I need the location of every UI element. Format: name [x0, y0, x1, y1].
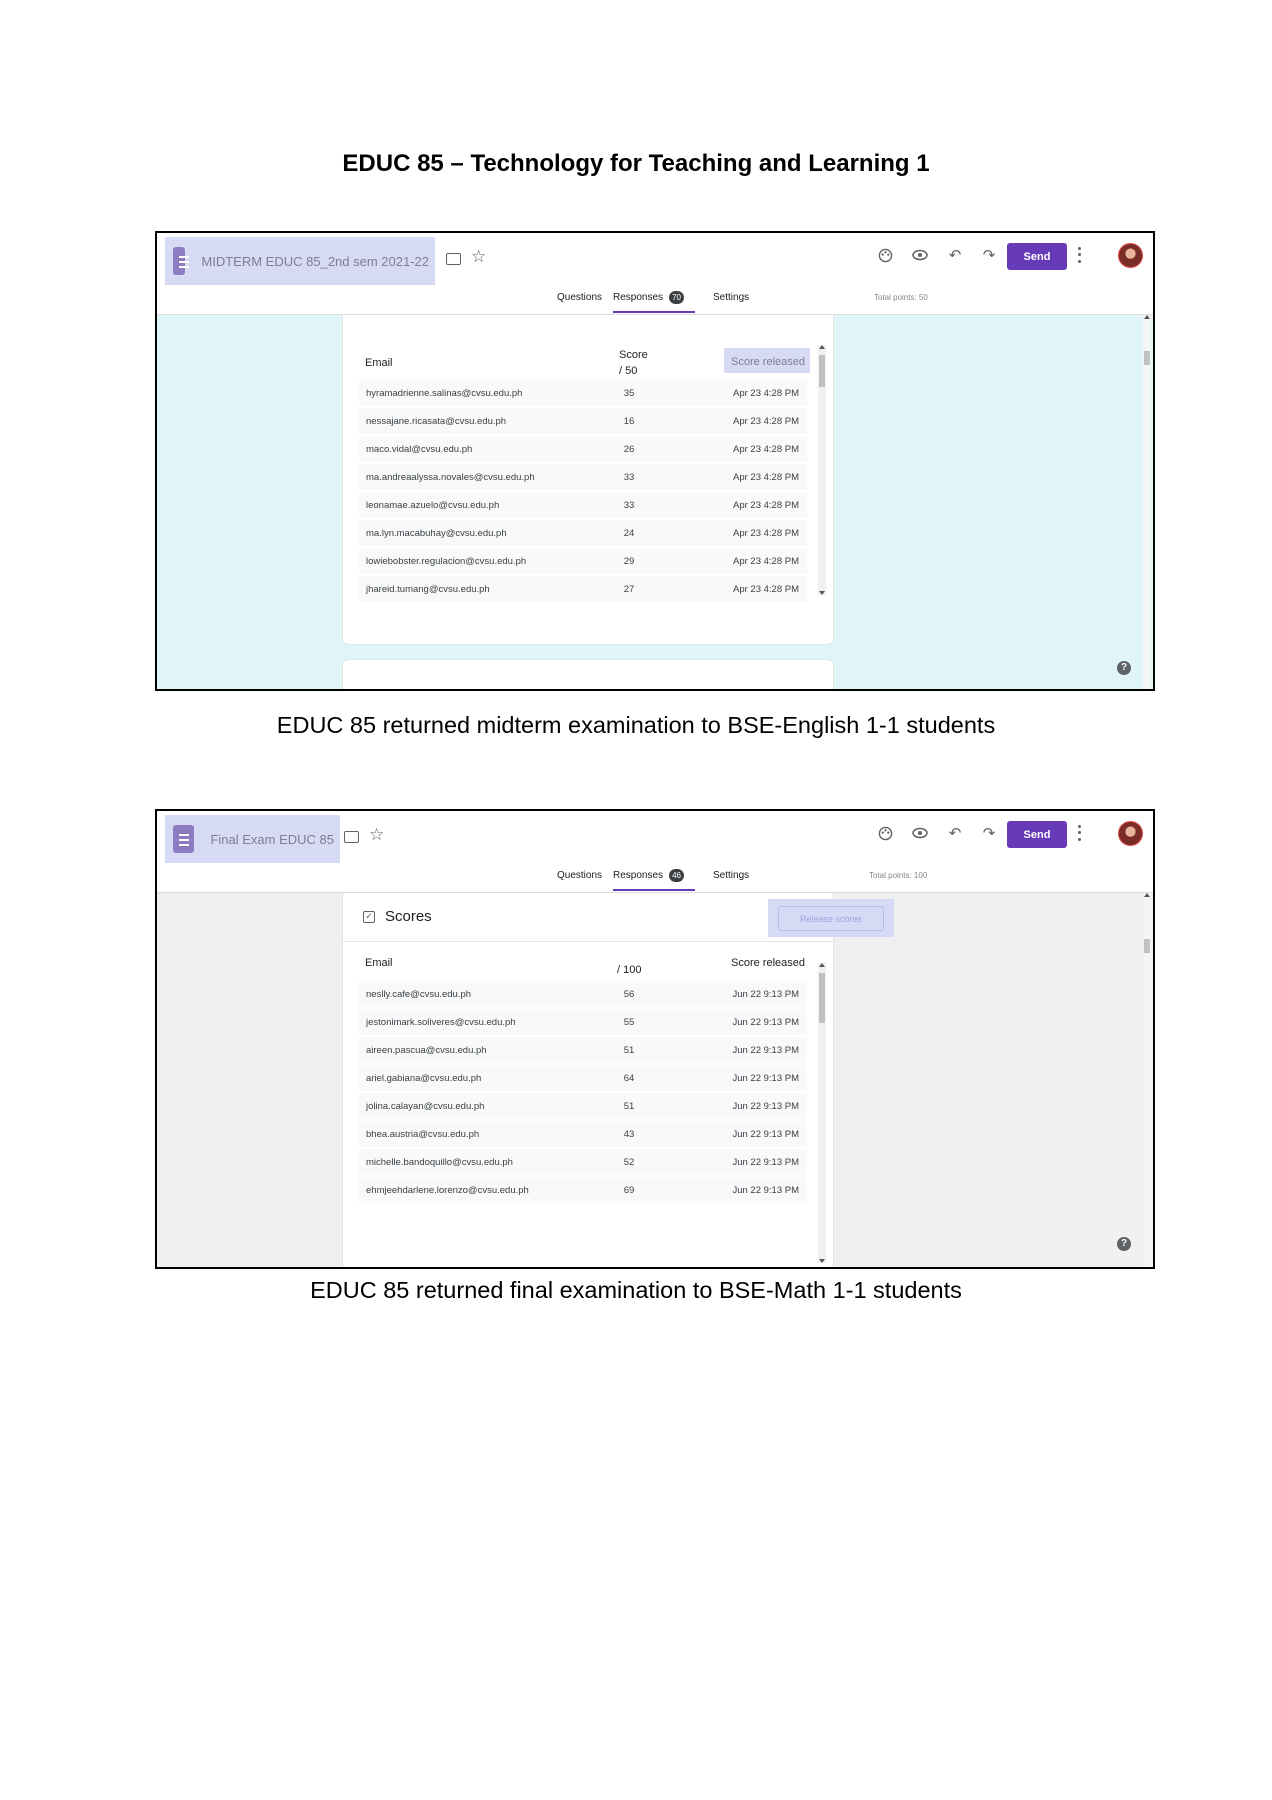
form-title-chip[interactable]: Final Exam EDUC 85 — [165, 815, 340, 863]
form-title-chip[interactable]: MIDTERM EDUC 85_2nd sem 2021-22 — [165, 237, 435, 285]
folder-icon[interactable] — [446, 253, 461, 265]
column-header-score-max: / 50 — [619, 365, 638, 377]
tab-responses-label: Responses — [613, 870, 664, 881]
redo-icon[interactable]: ↷ — [979, 823, 999, 843]
form-title: Final Exam EDUC 85 — [210, 831, 334, 847]
table-row[interactable]: ehmjeehdarlene.lorenzo@cvsu.edu.ph 69 Jun … — [359, 1177, 807, 1205]
column-header-score-max: / 100 — [617, 964, 642, 976]
document-title: EDUC 85 – Technology for Teaching and Le… — [342, 150, 930, 177]
scores-table: neslly.cafe@cvsu.edu.ph 56 Jun 22 9:13 PM … — [359, 981, 807, 1205]
scores-card: Email Score / 50 Score released hyramadr… — [342, 315, 834, 645]
tab-responses-label: Responses — [613, 292, 664, 303]
tab-settings[interactable]: Settings — [713, 869, 749, 891]
table-scrollbar[interactable] — [818, 963, 826, 1263]
column-header-score: Score — [619, 349, 648, 361]
total-points: Total points: 50 — [874, 293, 928, 302]
forms-topbar: MIDTERM EDUC 85_2nd sem 2021-22 ☆ ↶ ↷ Se… — [157, 233, 1153, 315]
table-row[interactable]: ma.andreaalyssa.novales@cvsu.edu.ph 33 Apr… — [359, 464, 807, 492]
help-icon[interactable]: ? — [1117, 661, 1131, 675]
eye-icon[interactable] — [910, 823, 930, 843]
midterm-caption: EDUC 85 returned midterm examination to … — [276, 712, 996, 738]
table-scrollbar[interactable] — [818, 345, 826, 595]
check-box-icon: ✓ — [363, 911, 375, 923]
forms-topbar: Final Exam EDUC 85 ☆ ↶ ↷ Send Questions … — [157, 811, 1153, 893]
send-button[interactable]: Send — [1007, 243, 1067, 270]
table-row[interactable]: ma.lyn.macabuhay@cvsu.edu.ph 24 Apr 23 4:2… — [359, 520, 807, 548]
tab-responses[interactable]: Responses 70 — [613, 291, 695, 313]
scores-card: ✓ Scores Release scores Email / 100 Scor… — [342, 893, 894, 1267]
eye-icon[interactable] — [910, 245, 930, 265]
table-row[interactable]: lowiebobster.regulacion@cvsu.edu.ph 29 Apr… — [359, 548, 807, 576]
star-icon[interactable]: ☆ — [369, 825, 384, 845]
form-tabs: Questions Responses 46 Settings Total poi… — [157, 869, 1153, 893]
redo-icon[interactable]: ↷ — [979, 245, 999, 265]
tab-responses[interactable]: Responses 46 — [613, 869, 695, 891]
page-scrollbar[interactable] — [1143, 893, 1151, 1267]
scores-table: hyramadrienne.salinas@cvsu.edu.ph 35 Apr 2… — [359, 380, 807, 604]
scores-heading: Scores — [385, 908, 432, 925]
responses-count-badge: 70 — [669, 291, 685, 304]
palette-icon[interactable] — [875, 823, 895, 843]
next-card — [342, 659, 834, 689]
send-button[interactable]: Send — [1007, 821, 1067, 848]
card-divider — [343, 941, 833, 942]
avatar[interactable] — [1118, 243, 1143, 268]
table-row[interactable]: leonamae.azuelo@cvsu.edu.ph 33 Apr 23 4:28… — [359, 492, 807, 520]
form-tabs: Questions Responses 70 Settings Total poi… — [157, 291, 1153, 315]
final-screenshot: Final Exam EDUC 85 ☆ ↶ ↷ Send Questions … — [155, 809, 1155, 1269]
star-icon[interactable]: ☆ — [471, 247, 486, 267]
table-row[interactable]: hyramadrienne.salinas@cvsu.edu.ph 35 Apr 2… — [359, 380, 807, 408]
table-row[interactable]: michelle.bandoquillo@cvsu.edu.ph 52 Jun 22… — [359, 1149, 807, 1177]
column-header-score-released: Score released — [731, 957, 805, 969]
tab-questions[interactable]: Questions — [557, 291, 602, 313]
undo-icon[interactable]: ↶ — [945, 245, 965, 265]
table-row[interactable]: jestonimark.soliveres@cvsu.edu.ph 55 Jun 2… — [359, 1009, 807, 1037]
more-vert-icon[interactable] — [1075, 823, 1083, 843]
help-icon[interactable]: ? — [1117, 1237, 1131, 1251]
midterm-screenshot: MIDTERM EDUC 85_2nd sem 2021-22 ☆ ↶ ↷ Se… — [155, 231, 1155, 691]
column-header-score-released: Score released — [731, 356, 805, 368]
folder-icon[interactable] — [344, 831, 359, 843]
tab-settings[interactable]: Settings — [713, 291, 749, 313]
undo-icon[interactable]: ↶ — [945, 823, 965, 843]
responses-count-badge: 46 — [669, 869, 685, 882]
avatar[interactable] — [1118, 821, 1143, 846]
form-icon — [173, 825, 195, 853]
table-row[interactable]: maco.vidal@cvsu.edu.ph 26 Apr 23 4:28 PM — [359, 436, 807, 464]
form-title: MIDTERM EDUC 85_2nd sem 2021-22 — [201, 253, 429, 269]
more-vert-icon[interactable] — [1075, 245, 1083, 265]
release-scores-button[interactable]: Release scores — [778, 906, 884, 931]
tab-questions[interactable]: Questions — [557, 869, 602, 891]
table-row[interactable]: nessajane.ricasata@cvsu.edu.ph 16 Apr 23 4… — [359, 408, 807, 436]
table-row[interactable]: ariel.gabiana@cvsu.edu.ph 64 Jun 22 9:13 P… — [359, 1065, 807, 1093]
column-header-email: Email — [365, 957, 393, 969]
final-caption: EDUC 85 returned final examination to BS… — [310, 1277, 962, 1303]
table-row[interactable]: neslly.cafe@cvsu.edu.ph 56 Jun 22 9:13 PM — [359, 981, 807, 1009]
table-row[interactable]: jolina.calayan@cvsu.edu.ph 51 Jun 22 9:13 … — [359, 1093, 807, 1121]
table-row[interactable]: jhareid.tumang@cvsu.edu.ph 27 Apr 23 4:28 … — [359, 576, 807, 604]
table-row[interactable]: bhea.austria@cvsu.edu.ph 43 Jun 22 9:13 PM — [359, 1121, 807, 1149]
form-icon — [173, 247, 190, 275]
palette-icon[interactable] — [875, 245, 895, 265]
page-scrollbar[interactable] — [1143, 315, 1151, 689]
table-row[interactable]: aireen.pascua@cvsu.edu.ph 51 Jun 22 9:13 P… — [359, 1037, 807, 1065]
column-header-email: Email — [365, 357, 393, 369]
total-points: Total points: 100 — [869, 871, 928, 880]
